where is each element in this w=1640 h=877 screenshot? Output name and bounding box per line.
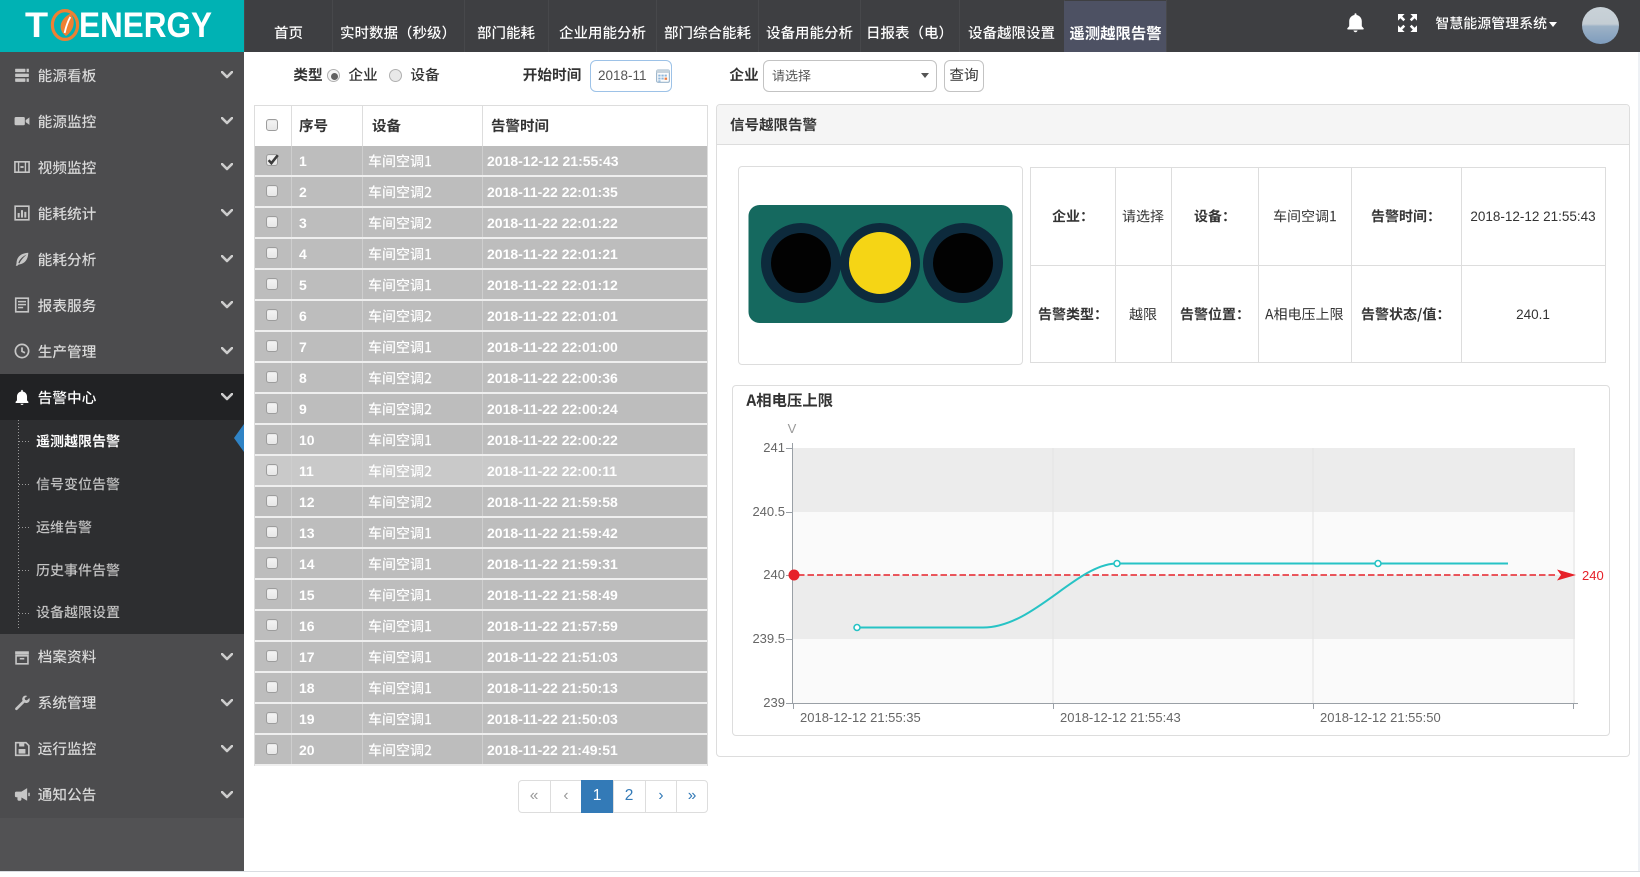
svg-text:V: V xyxy=(788,421,797,436)
svg-text:241: 241 xyxy=(763,440,785,455)
svg-text:239.5: 239.5 xyxy=(752,631,785,646)
svg-text:240: 240 xyxy=(1582,568,1604,583)
svg-text:240.5: 240.5 xyxy=(752,504,785,519)
svg-text:2018-12-12 21:55:35: 2018-12-12 21:55:35 xyxy=(800,710,921,725)
svg-text:239: 239 xyxy=(763,695,785,710)
svg-text:2018-12-12 21:55:43: 2018-12-12 21:55:43 xyxy=(1060,710,1181,725)
svg-text:240: 240 xyxy=(763,567,785,582)
svg-text:2018-12-12 21:55:50: 2018-12-12 21:55:50 xyxy=(1320,710,1441,725)
